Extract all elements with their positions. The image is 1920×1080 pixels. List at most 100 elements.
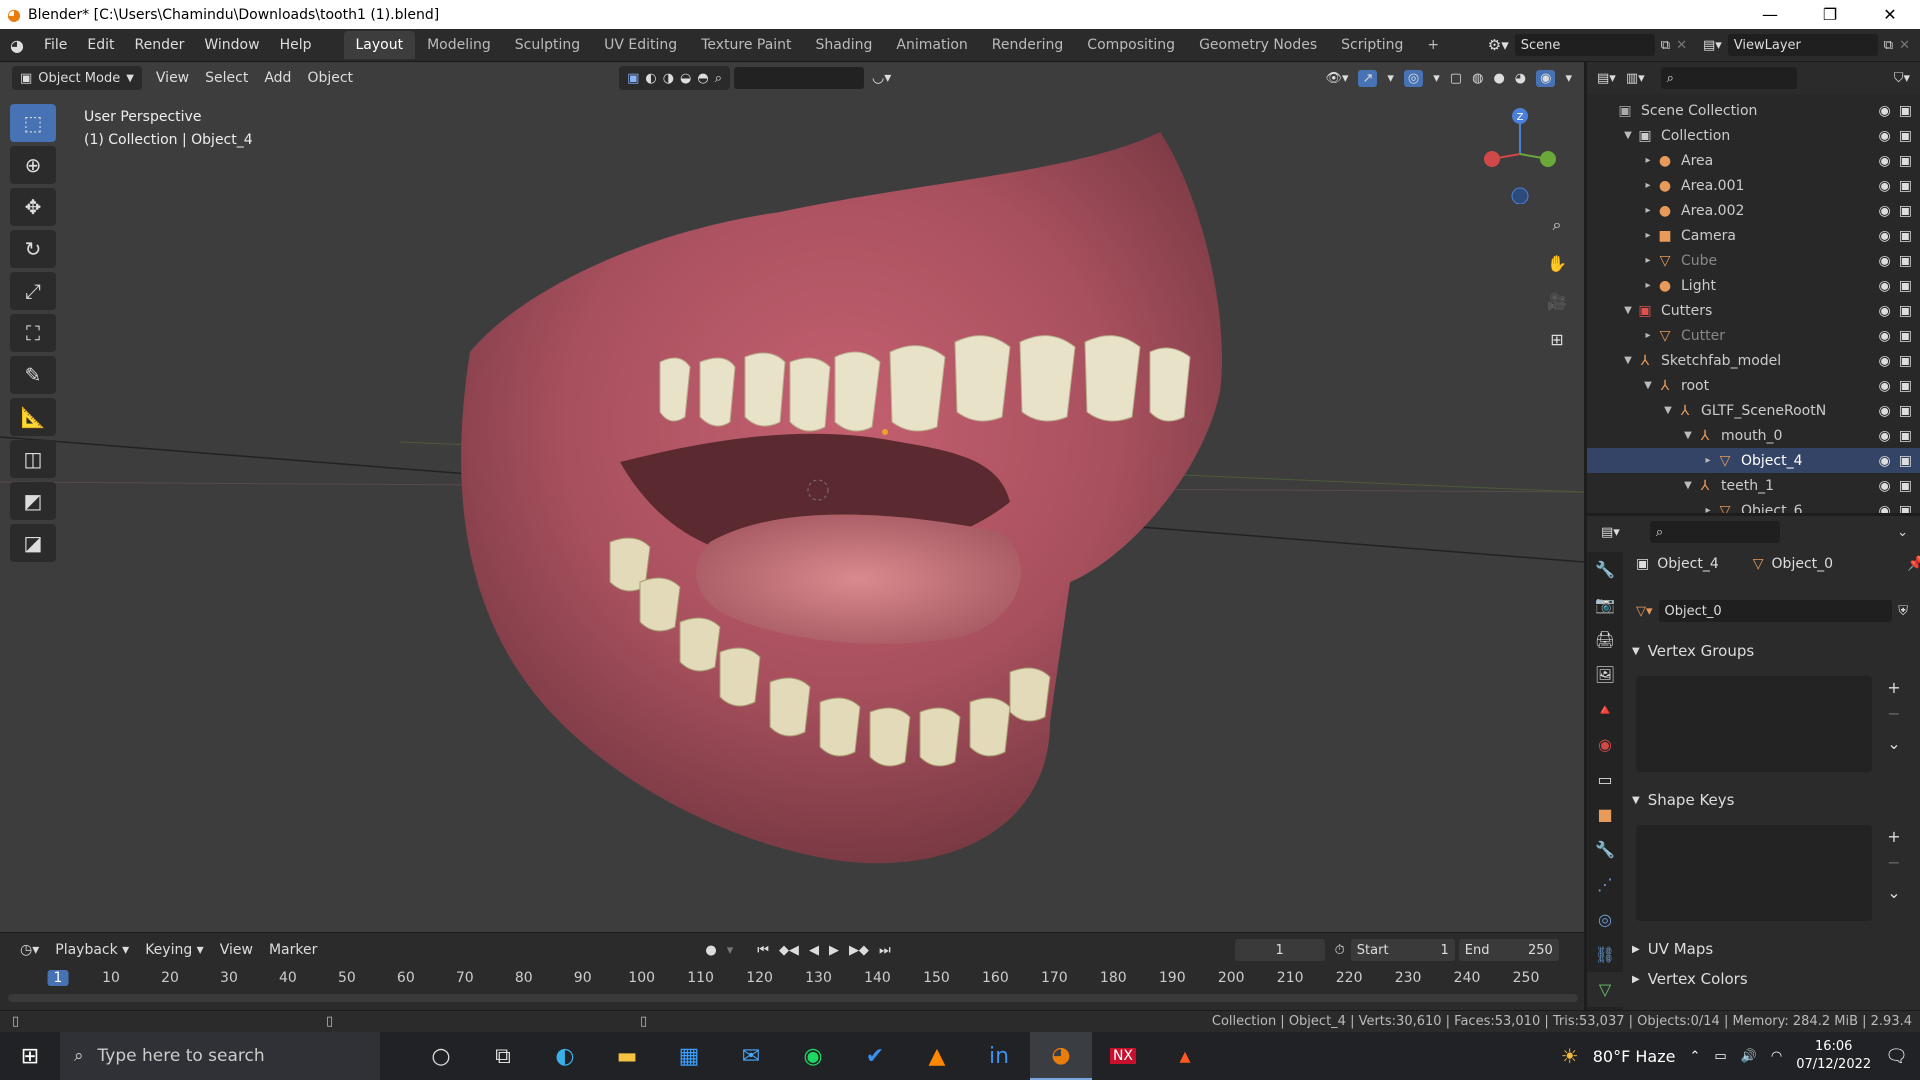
expand-closed-icon[interactable]: ▸ [1641, 330, 1655, 341]
outliner-row[interactable]: ▼ ⅄ mouth_0 ◉ ▣ [1587, 423, 1920, 448]
maximize-button[interactable]: ❐ [1800, 5, 1860, 24]
render-camera-icon[interactable]: ▣ [1899, 428, 1912, 444]
task-view-icon[interactable]: ⧉ [472, 1032, 534, 1080]
expand-open-icon[interactable]: ▼ [1621, 355, 1635, 366]
outliner-search-field[interactable]: ⌕ [1660, 67, 1797, 89]
play-icon[interactable]: ▶ [829, 943, 839, 958]
mode-selector[interactable]: ▣ Object Mode ▼ [12, 66, 142, 90]
tab-uv-editing[interactable]: UV Editing [592, 31, 689, 59]
weather-icon[interactable]: ☀ [1561, 1044, 1579, 1068]
edge-icon[interactable]: ◐ [534, 1032, 596, 1080]
rendered-shading-icon[interactable]: ◉ [1536, 69, 1556, 87]
close-button[interactable]: ✕ [1860, 5, 1920, 24]
expand-open-icon[interactable]: ▼ [1681, 430, 1695, 441]
tab-geometry-nodes[interactable]: Geometry Nodes [1187, 31, 1329, 59]
tab-shading[interactable]: Shading [804, 31, 885, 59]
editor-type-icon[interactable]: ▤▾ [1597, 71, 1616, 86]
measure-tool-icon[interactable]: 📐 [10, 398, 56, 436]
menu-edit[interactable]: Edit [77, 37, 124, 53]
shape-key-specials-icon[interactable]: ⌄ [1880, 881, 1908, 903]
outliner-row[interactable]: ▼ ⅄ root ◉ ▣ [1587, 373, 1920, 398]
view-layer-icon[interactable]: ▤▾ [1703, 38, 1722, 53]
delete-scene-icon[interactable]: ✕ [1676, 38, 1687, 53]
weather-text[interactable]: 80°F Haze [1593, 1047, 1676, 1066]
vertex-group-specials-icon[interactable]: ⌄ [1880, 732, 1908, 754]
viewport-menu-select[interactable]: Select [197, 67, 256, 89]
play-reverse-icon[interactable]: ◀ [809, 943, 819, 958]
expand-closed-icon[interactable]: ▸ [1641, 205, 1655, 216]
timeline-scrollbar[interactable] [8, 994, 1578, 1002]
show-hidden-icons-icon[interactable]: ⌃ [1689, 1049, 1700, 1064]
outliner-row[interactable]: ▸ ● Area.002 ◉ ▣ [1587, 198, 1920, 223]
render-camera-icon[interactable]: ▣ [1899, 128, 1912, 144]
ortho-toggle-icon[interactable]: ⊞ [1542, 324, 1572, 354]
uv-maps-panel-header[interactable]: ▶ UV Maps [1632, 937, 1912, 961]
eye-icon[interactable]: ◉ [1879, 103, 1891, 119]
render-tab-icon[interactable]: 📷 [1587, 587, 1623, 622]
wireframe-shading-icon[interactable]: ◍ [1472, 71, 1483, 86]
add-workspace-icon[interactable]: + [1415, 31, 1451, 59]
constraints-tab-icon[interactable]: ⛓ [1587, 937, 1623, 972]
eye-icon[interactable]: ◉ [1879, 178, 1891, 194]
next-keyframe-icon[interactable]: ▶◆ [849, 943, 869, 958]
select-box-icon[interactable]: ▣ [627, 71, 639, 86]
expand-open-icon[interactable]: ▼ [1661, 405, 1675, 416]
render-camera-icon[interactable]: ▣ [1899, 328, 1912, 344]
outliner-row[interactable]: ▸ ▽ Cutter ◉ ▣ [1587, 323, 1920, 348]
matlab-icon[interactable]: ▴ [1154, 1032, 1216, 1080]
jump-end-icon[interactable]: ⏭ [879, 943, 891, 958]
stopwatch-icon[interactable]: ⏱ [1335, 943, 1345, 958]
timeline-menu-keying[interactable]: Keying ▾ [137, 939, 212, 961]
eye-icon[interactable]: ◉ [1879, 453, 1891, 469]
tab-animation[interactable]: Animation [884, 31, 979, 59]
taskbar-search[interactable]: ⌕ Type here to search [60, 1032, 380, 1080]
mesh-name-field[interactable]: Object_0 [1658, 600, 1893, 622]
render-camera-icon[interactable]: ▣ [1899, 453, 1912, 469]
shape-keys-list[interactable] [1636, 825, 1872, 921]
delete-view-layer-icon[interactable]: ✕ [1899, 38, 1910, 53]
render-camera-icon[interactable]: ▣ [1899, 353, 1912, 369]
outliner-row[interactable]: ▸ ● Light ◉ ▣ [1587, 273, 1920, 298]
spotify-icon[interactable]: ◉ [782, 1032, 844, 1080]
eye-icon[interactable]: ◉ [1879, 378, 1891, 394]
menu-help[interactable]: Help [270, 37, 322, 53]
wifi-icon[interactable]: ◠ [1771, 1049, 1782, 1064]
render-camera-icon[interactable]: ▣ [1899, 103, 1912, 119]
eye-icon[interactable]: ◉ [1879, 253, 1891, 269]
viewport-menu-add[interactable]: Add [256, 67, 299, 89]
view-layer-tab-icon[interactable]: 🖼 [1587, 657, 1623, 692]
particles-tab-icon[interactable]: ⋰ [1587, 867, 1623, 902]
select-subtract-icon[interactable]: ◑ [663, 71, 674, 86]
eye-icon[interactable]: ◉ [1879, 403, 1891, 419]
tab-scripting[interactable]: Scripting [1329, 31, 1415, 59]
chevron-down-icon[interactable]: ⌄ [1897, 525, 1920, 540]
3d-viewport[interactable] [0, 62, 1584, 932]
editor-type-icon[interactable]: ▤▾ [1601, 525, 1620, 540]
add-shape-key-button[interactable]: + [1880, 825, 1908, 847]
vertex-colors-panel-header[interactable]: ▶ Vertex Colors [1632, 967, 1912, 991]
microsoft-store-icon[interactable]: ▦ [658, 1032, 720, 1080]
eye-icon[interactable]: ◉ [1879, 153, 1891, 169]
timeline-editor-icon[interactable]: ◷▾ [12, 939, 47, 961]
jump-start-icon[interactable]: ⏮ [757, 943, 769, 958]
modifier-tab-icon[interactable]: 🔧 [1587, 832, 1623, 867]
blender-menu-icon[interactable]: ◕ [0, 36, 34, 55]
carve-corner-tool-icon[interactable]: ◪ [10, 524, 56, 562]
add-cube-tool-icon[interactable]: ◫ [10, 440, 56, 478]
select-invert-icon[interactable]: ◒ [680, 71, 691, 86]
scene-tab-icon[interactable]: 🔺 [1587, 692, 1623, 727]
eye-icon[interactable]: ◉ [1879, 353, 1891, 369]
expand-closed-icon[interactable]: ▸ [1641, 230, 1655, 241]
render-camera-icon[interactable]: ▣ [1899, 153, 1912, 169]
search-icon[interactable]: ⌕ [715, 71, 722, 86]
current-frame-field[interactable]: 1 [1234, 939, 1325, 961]
windows-start-icon[interactable]: ⊞ [0, 1032, 60, 1080]
view-layer-selector[interactable]: ViewLayer [1727, 34, 1878, 56]
outliner-row[interactable]: ▼ ⅄ Sketchfab_model ◉ ▣ [1587, 348, 1920, 373]
expand-closed-icon[interactable]: ▸ [1641, 255, 1655, 266]
render-camera-icon[interactable]: ▣ [1899, 278, 1912, 294]
filter-icon[interactable]: ⛉▾ [1894, 71, 1920, 86]
scene-selector[interactable]: Scene [1514, 34, 1655, 56]
outliner-row[interactable]: ▸ ● Area.001 ◉ ▣ [1587, 173, 1920, 198]
select-extend-icon[interactable]: ◐ [645, 71, 656, 86]
